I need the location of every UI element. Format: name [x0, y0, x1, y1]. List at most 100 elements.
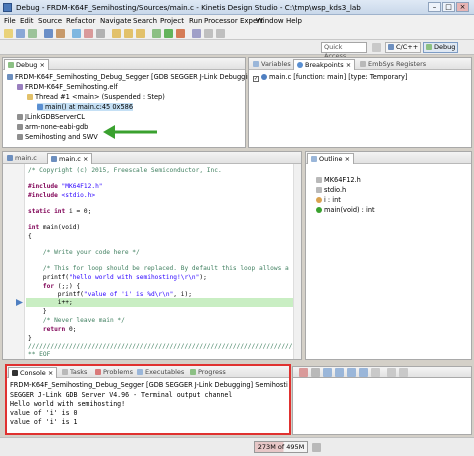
- menu-processor-expert[interactable]: Processor Expert: [204, 17, 263, 25]
- menu-run[interactable]: Run: [189, 17, 202, 25]
- tab-problems[interactable]: Problems: [92, 367, 136, 378]
- minimize-button[interactable]: –: [428, 2, 441, 12]
- tab-editor-main-c-2[interactable]: main.c ×: [47, 153, 93, 164]
- code-line-16: }: [28, 335, 32, 342]
- checkbox-icon[interactable]: ✓: [253, 76, 259, 82]
- tasks-icon: [62, 369, 68, 375]
- outline-item-i[interactable]: i : int: [316, 196, 341, 204]
- step-into-icon[interactable]: [112, 29, 121, 38]
- run-icon[interactable]: [164, 29, 173, 38]
- scroll-lock-icon[interactable]: [335, 368, 344, 377]
- app-icon: [3, 3, 12, 12]
- tab-debug[interactable]: Debug ×: [4, 59, 49, 70]
- instruction-pointer-icon: [16, 299, 23, 306]
- step-return-icon[interactable]: [136, 29, 145, 38]
- green-arrow-icon: [103, 125, 157, 139]
- perspective-cpp[interactable]: C/C++: [385, 42, 422, 53]
- tree-thread[interactable]: Thread #1 <main> (Suspended : Step): [27, 93, 165, 101]
- clear-console-icon[interactable]: [323, 368, 332, 377]
- minimize-view-icon[interactable]: [387, 368, 396, 377]
- menu-navigate[interactable]: Navigate: [100, 17, 131, 25]
- terminate-icon[interactable]: [84, 29, 93, 38]
- code-line-8: /* This for loop should be replaced. By …: [28, 265, 289, 272]
- quick-access-input[interactable]: Quick Access: [321, 42, 367, 60]
- console-view: Console × Tasks Problems Executables Pro…: [5, 364, 291, 435]
- code-line-5: int main(void): [28, 224, 81, 231]
- tree-gdb[interactable]: arm-none-eabi-gdb: [17, 123, 88, 131]
- disconnect-icon[interactable]: [96, 29, 105, 38]
- code-line-2: #include "MK64F12.h": [28, 183, 103, 190]
- tree-semihosting[interactable]: Semihosting and SWV: [17, 133, 98, 141]
- maximize-button[interactable]: □: [442, 2, 455, 12]
- forward-icon[interactable]: [216, 29, 225, 38]
- tree-launch[interactable]: FRDM-K64F_Semihosting_Debug_Segger [GDB …: [7, 73, 258, 81]
- back-icon[interactable]: [204, 29, 213, 38]
- include-icon: [316, 187, 322, 193]
- menu-bar: File Edit Source Refactor Navigate Searc…: [0, 15, 474, 27]
- tree-elf[interactable]: FRDM-K64F_Semihosting.elf: [17, 83, 118, 91]
- editor-area: main.c main.c × /* Copyright (c) 2015, F…: [2, 151, 302, 360]
- resume-icon[interactable]: [72, 29, 81, 38]
- console-line-2: Hello world with semihosting!: [10, 400, 126, 408]
- outline-item-mk64f12[interactable]: MK64F12.h: [316, 176, 361, 184]
- menu-edit[interactable]: Edit: [20, 17, 34, 25]
- search-icon[interactable]: [192, 29, 201, 38]
- tab-progress[interactable]: Progress: [187, 367, 229, 378]
- tree-jlink-server[interactable]: JLinkGDBServerCL: [17, 113, 85, 121]
- debug-icon[interactable]: [152, 29, 161, 38]
- tab-breakpoints[interactable]: Breakpoints ×: [293, 59, 356, 70]
- heap-status[interactable]: 273M of 495M: [254, 441, 308, 453]
- remove-launch-icon[interactable]: [311, 368, 320, 377]
- build-icon[interactable]: [44, 29, 53, 38]
- step-over-icon[interactable]: [124, 29, 133, 38]
- tab-console[interactable]: Console ×: [8, 367, 58, 378]
- garbage-collect-icon[interactable]: [312, 443, 321, 452]
- tab-embsys-registers[interactable]: EmbSys Registers: [357, 59, 429, 70]
- open-perspective-icon[interactable]: [372, 43, 381, 52]
- outline-item-main[interactable]: main(void) : int: [316, 206, 375, 214]
- code-line-9: printf("hello world with semihosting!\r\…: [28, 274, 207, 281]
- perspective-debug[interactable]: Debug: [423, 42, 459, 53]
- code-line-3: #include <stdio.h>: [28, 192, 96, 199]
- tab-outline[interactable]: Outline ×: [307, 153, 355, 164]
- menu-help[interactable]: Help: [286, 17, 302, 25]
- code-line-14: /* Never leave main */: [28, 317, 125, 324]
- terminate-console-icon[interactable]: [299, 368, 308, 377]
- code-line-18: ** EOF: [28, 351, 51, 358]
- elf-icon: [17, 84, 23, 90]
- breakpoint-item[interactable]: ✓ main.c [function: main] [type: Temporar…: [253, 73, 407, 82]
- debug-view: Debug × FRDM-K64F_Semihosting_Debug_Segg…: [2, 57, 258, 148]
- title-bar: Debug - FRDM-K64F_Semihosting/Sources/ma…: [0, 0, 474, 15]
- menu-window[interactable]: Window: [256, 17, 284, 25]
- breakpoints-icon: [297, 62, 303, 68]
- breakpoints-view: Variables Breakpoints × EmbSys Registers…: [248, 57, 472, 148]
- code-line-12: i++;: [28, 299, 73, 306]
- outline-item-stdio[interactable]: stdio.h: [316, 186, 346, 194]
- close-button[interactable]: ×: [456, 2, 469, 12]
- c-file-icon: [51, 156, 57, 162]
- menu-file[interactable]: File: [4, 17, 16, 25]
- code-line-4: static int i = 0;: [28, 208, 92, 215]
- open-console-icon[interactable]: [371, 368, 380, 377]
- external-tools-icon[interactable]: [176, 29, 185, 38]
- tab-variables[interactable]: Variables: [250, 59, 294, 70]
- print-icon[interactable]: [28, 29, 37, 38]
- tree-stack-frame[interactable]: main() at main.c:45 0x586: [37, 103, 134, 111]
- code-line-7: /* Write your code here */: [28, 249, 140, 256]
- tab-tasks[interactable]: Tasks: [59, 367, 90, 378]
- save-icon[interactable]: [16, 29, 25, 38]
- menu-refactor[interactable]: Refactor: [66, 17, 95, 25]
- status-bar: 273M of 495M: [0, 437, 474, 456]
- maximize-view-icon[interactable]: [399, 368, 408, 377]
- menu-project[interactable]: Project: [160, 17, 184, 25]
- menu-source[interactable]: Source: [38, 17, 62, 25]
- tab-executables[interactable]: Executables: [134, 367, 187, 378]
- pin-console-icon[interactable]: [347, 368, 356, 377]
- menu-search[interactable]: Search: [133, 17, 157, 25]
- tab-editor-main-c-1[interactable]: main.c: [4, 153, 40, 164]
- editor-vertical-scrollbar[interactable]: [293, 164, 301, 359]
- function-icon: [316, 207, 322, 213]
- new-icon[interactable]: [4, 29, 13, 38]
- display-console-icon[interactable]: [359, 368, 368, 377]
- build-config-icon[interactable]: [56, 29, 65, 38]
